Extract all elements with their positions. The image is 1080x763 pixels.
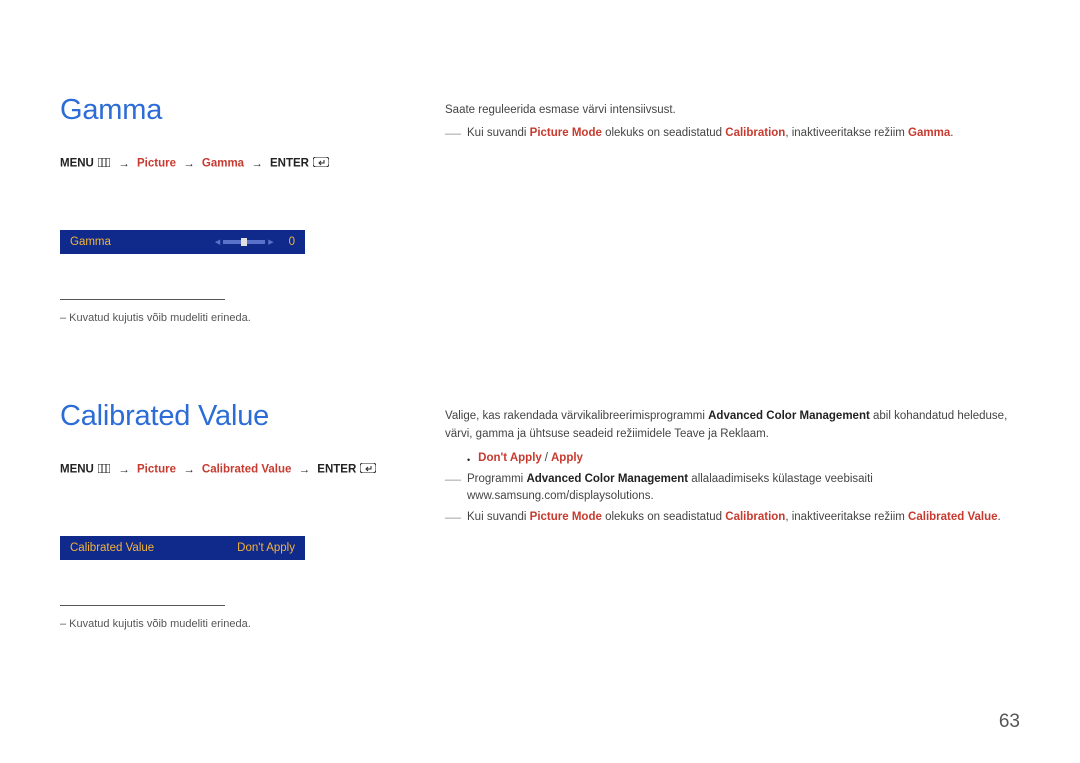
dash-icon: ― bbox=[445, 126, 461, 142]
options-bullet: • Don't Apply/Apply bbox=[467, 452, 1020, 465]
right-column-gamma: Saate reguleerida esmase värvi intensiiv… bbox=[445, 94, 1020, 146]
chevron-right-icon: ▶ bbox=[268, 238, 273, 246]
section-calibrated: Calibrated Value MENU → Picture → Calibr… bbox=[60, 400, 1020, 630]
note-gamma: ― Kui suvandi Picture Mode olekuks on se… bbox=[445, 125, 1020, 143]
ui-preview-gamma: Gamma ◀ ▶ 0 bbox=[60, 230, 305, 254]
ui-slider: ◀ ▶ bbox=[212, 238, 277, 246]
dash-icon: ― bbox=[445, 472, 461, 488]
menu-icon bbox=[98, 464, 110, 476]
ui-label: Gamma bbox=[70, 236, 212, 248]
enter-icon bbox=[360, 463, 376, 476]
description-gamma: Saate reguleerida esmase värvi intensiiv… bbox=[445, 102, 1020, 120]
breadcrumb-gamma: MENU → Picture → Gamma → ENTER bbox=[60, 157, 395, 170]
enter-icon bbox=[313, 157, 329, 170]
left-column-gamma: Gamma MENU → Picture → Gamma → ENTER Gam… bbox=[60, 94, 395, 324]
note-calibrated-mode: ― Kui suvandi Picture Mode olekuks on se… bbox=[445, 509, 1020, 527]
left-column-calibrated: Calibrated Value MENU → Picture → Calibr… bbox=[60, 400, 395, 630]
breadcrumb-calibrated: MENU → Picture → Calibrated Value → ENTE… bbox=[60, 463, 395, 476]
menu-icon bbox=[98, 158, 110, 170]
page-number: 63 bbox=[999, 711, 1020, 733]
ui-preview-calibrated: Calibrated Value Don't Apply bbox=[60, 536, 305, 560]
ui-value: 0 bbox=[289, 236, 295, 248]
heading-calibrated: Calibrated Value bbox=[60, 400, 395, 433]
footnote-calibrated: – Kuvatud kujutis võib mudeliti erineda. bbox=[60, 618, 395, 630]
ui-label: Calibrated Value bbox=[70, 542, 237, 554]
description-calibrated: Valige, kas rakendada värvikalibreerimis… bbox=[445, 408, 1020, 444]
footnote-gamma: – Kuvatud kujutis võib mudeliti erineda. bbox=[60, 312, 395, 324]
note-calibrated-download: ― Programmi Advanced Color Management al… bbox=[445, 471, 1020, 507]
heading-gamma: Gamma bbox=[60, 94, 395, 127]
chevron-left-icon: ◀ bbox=[215, 238, 220, 246]
dash-icon: ― bbox=[445, 510, 461, 526]
bullet-icon: • bbox=[467, 455, 470, 465]
ui-value: Don't Apply bbox=[237, 542, 295, 554]
divider bbox=[60, 299, 225, 300]
right-column-calibrated: Valige, kas rakendada värvikalibreerimis… bbox=[445, 400, 1020, 530]
divider bbox=[60, 605, 225, 606]
section-gamma: Gamma MENU → Picture → Gamma → ENTER Gam… bbox=[60, 94, 1020, 324]
